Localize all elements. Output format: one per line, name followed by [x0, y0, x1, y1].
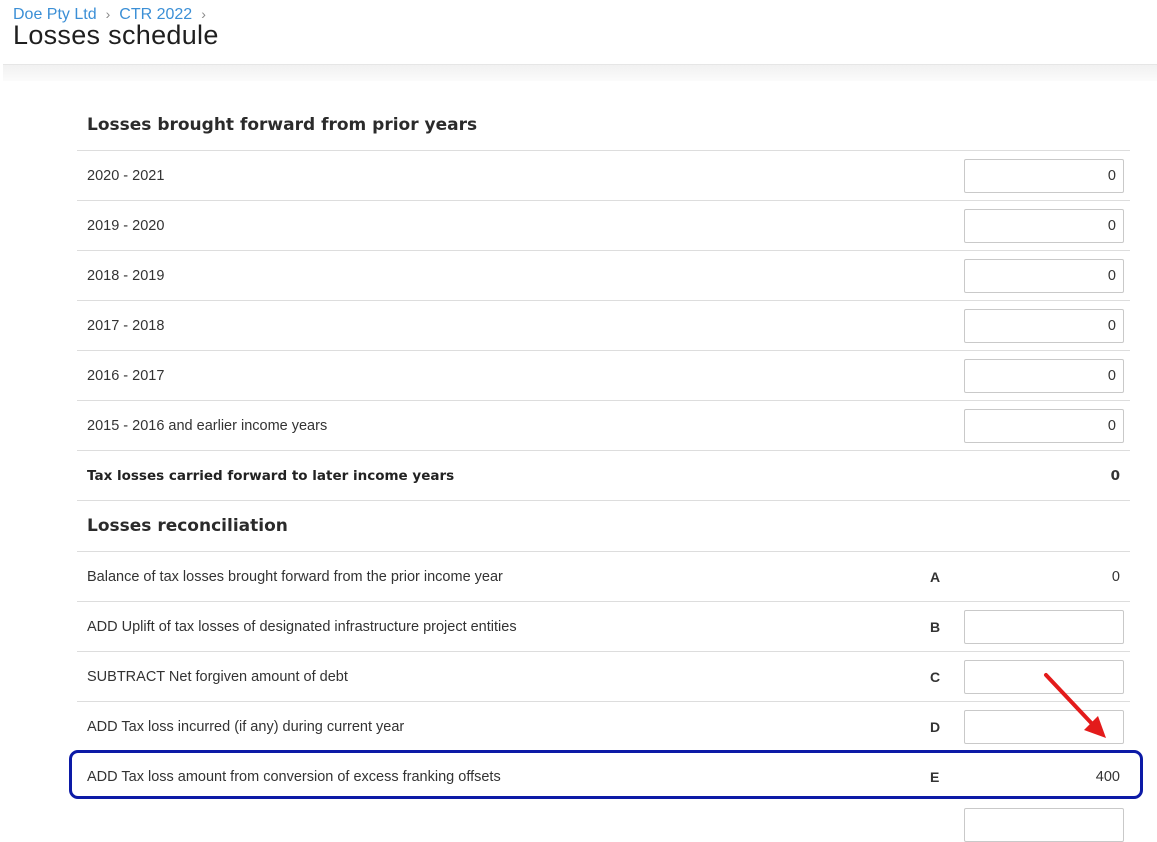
loss-row-2016-2017: 2016 - 2017	[77, 351, 1130, 401]
row-label: 2017 - 2018	[87, 318, 165, 334]
next-row-input[interactable]	[964, 808, 1124, 842]
recon-row-a: Balance of tax losses brought forward fr…	[77, 552, 1130, 602]
section-heading-brought-forward: Losses brought forward from prior years	[77, 100, 1130, 151]
amount-input-2015-2016-earlier[interactable]	[964, 409, 1124, 443]
row-label: 2018 - 2019	[87, 268, 165, 284]
uplift-input[interactable]	[964, 610, 1124, 644]
section-heading-reconciliation: Losses reconciliation	[77, 501, 1130, 552]
loss-row-2018-2019: 2018 - 2019	[77, 251, 1130, 301]
forgiven-debt-input[interactable]	[964, 660, 1124, 694]
amount-input-2020-2021[interactable]	[964, 159, 1124, 193]
loss-row-2017-2018: 2017 - 2018	[77, 301, 1130, 351]
row-label: 2019 - 2020	[87, 218, 165, 234]
amount-input-2019-2020[interactable]	[964, 209, 1124, 243]
recon-row-b: ADD Uplift of tax losses of designated i…	[77, 602, 1130, 652]
row-code: E	[930, 769, 940, 785]
total-label: Tax losses carried forward to later inco…	[87, 468, 455, 484]
recon-row-c: SUBTRACT Net forgiven amount of debt C	[77, 652, 1130, 702]
losses-schedule-form: Losses brought forward from prior years …	[77, 100, 1130, 802]
current-year-loss-input[interactable]	[964, 710, 1124, 744]
loss-row-2020-2021: 2020 - 2021	[77, 151, 1130, 201]
row-label: 2016 - 2017	[87, 368, 165, 384]
loss-row-2015-2016-earlier: 2015 - 2016 and earlier income years	[77, 401, 1130, 451]
row-label: ADD Tax loss incurred (if any) during cu…	[87, 719, 405, 735]
total-value: 0	[1110, 468, 1120, 484]
amount-input-2016-2017[interactable]	[964, 359, 1124, 393]
page-title: Losses schedule	[13, 20, 219, 50]
page-header: Doe Pty Ltd › CTR 2022 › Losses schedule	[0, 0, 1157, 64]
row-code: A	[930, 569, 941, 585]
row-label: 2015 - 2016 and earlier income years	[87, 418, 328, 434]
row-label: SUBTRACT Net forgiven amount of debt	[87, 669, 348, 685]
row-code: D	[930, 719, 941, 735]
row-code: B	[930, 619, 941, 635]
recon-row-d: ADD Tax loss incurred (if any) during cu…	[77, 702, 1130, 752]
row-label: 2020 - 2021	[87, 168, 165, 184]
loss-row-2019-2020: 2019 - 2020	[77, 201, 1130, 251]
row-code: C	[930, 669, 941, 685]
row-label: ADD Tax loss amount from conversion of e…	[87, 769, 501, 785]
row-label: ADD Uplift of tax losses of designated i…	[87, 619, 517, 635]
row-label: Balance of tax losses brought forward fr…	[87, 569, 503, 585]
amount-input-2018-2019[interactable]	[964, 259, 1124, 293]
total-row-carried-forward: Tax losses carried forward to later inco…	[77, 451, 1130, 501]
franking-conversion-value: 400	[1095, 769, 1120, 785]
recon-row-e: ADD Tax loss amount from conversion of e…	[77, 752, 1130, 802]
header-divider	[3, 64, 1157, 81]
balance-value: 0	[1111, 569, 1120, 585]
amount-input-2017-2018[interactable]	[964, 309, 1124, 343]
